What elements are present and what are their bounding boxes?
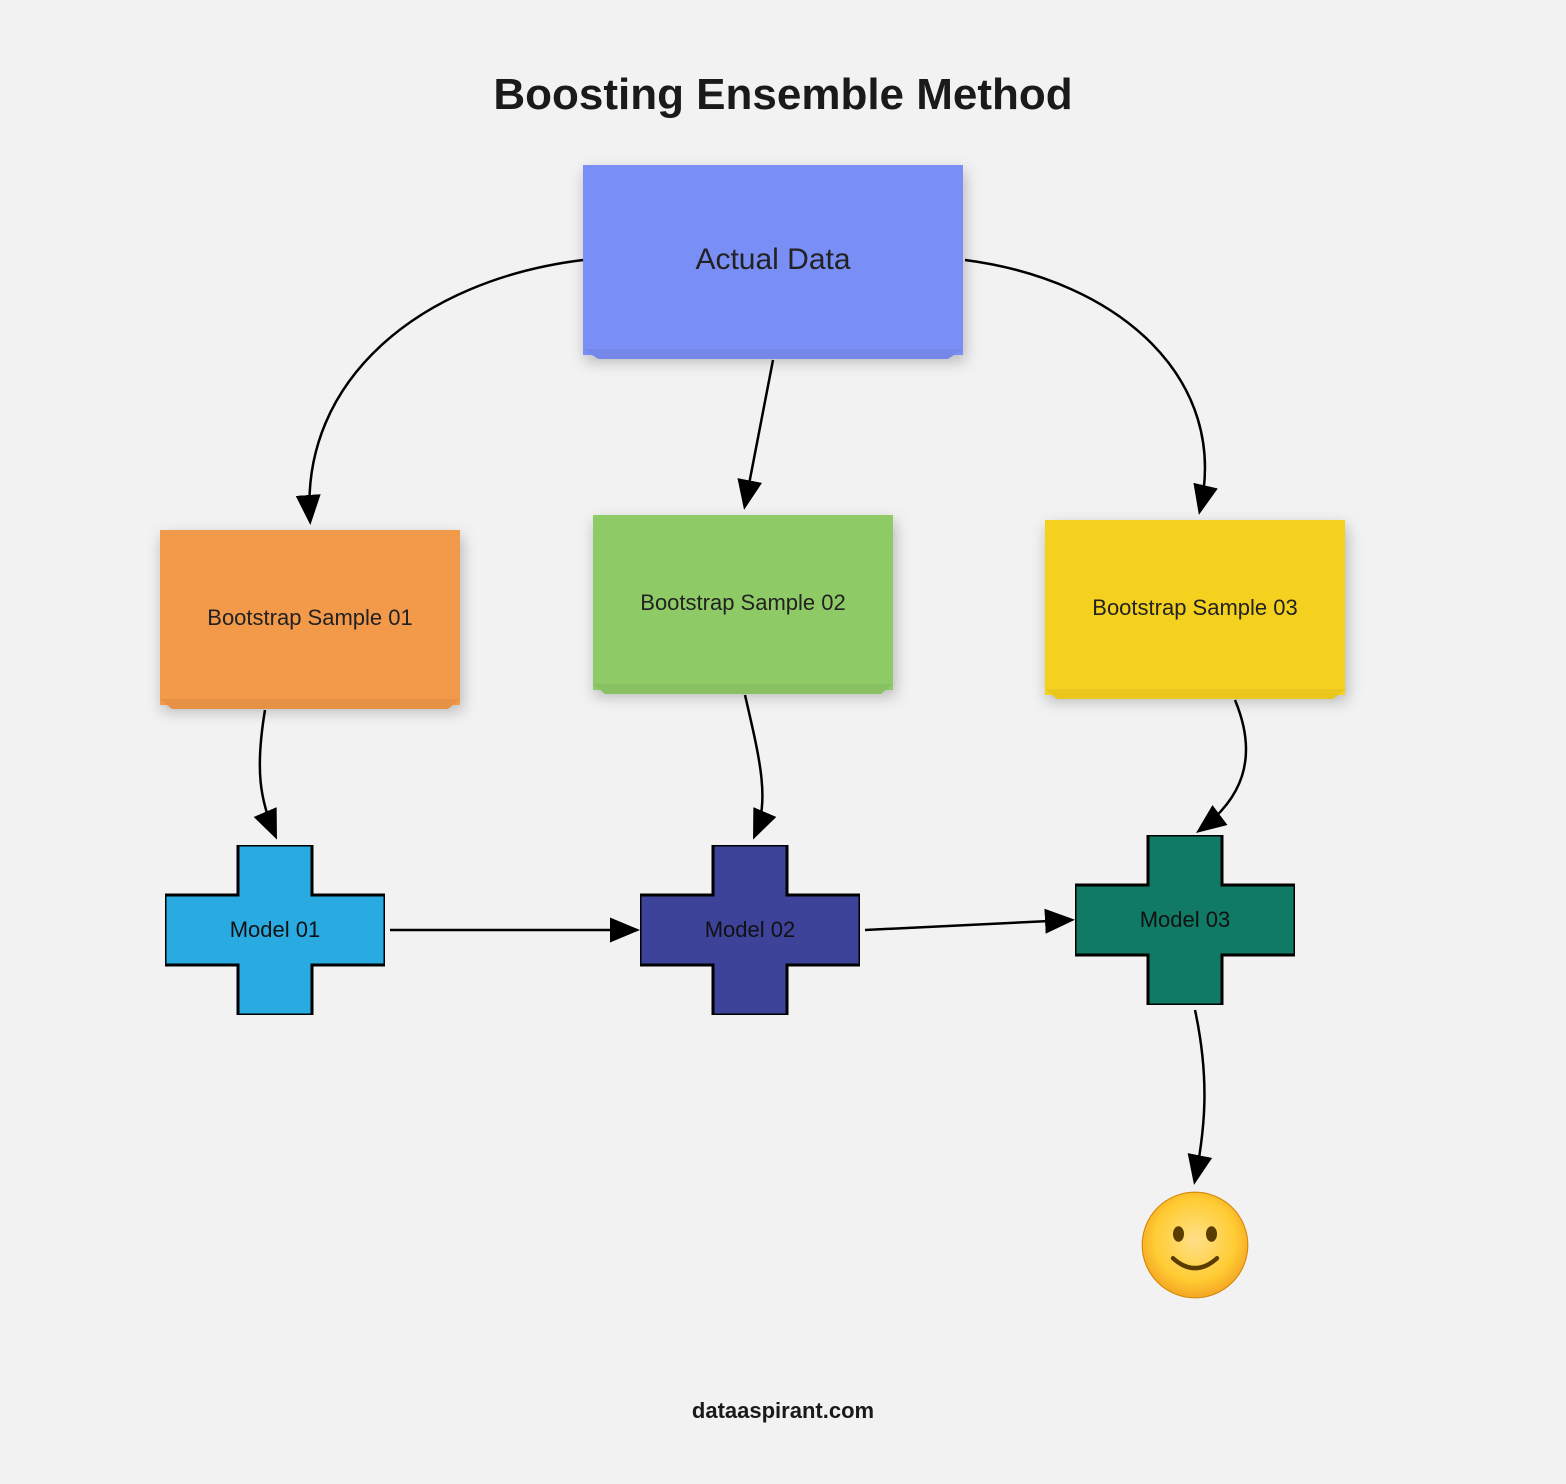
node-model1-label: Model 01: [165, 845, 385, 1015]
edge-model2-model3: [865, 920, 1070, 930]
node-sample2: Bootstrap Sample 02: [593, 515, 893, 690]
edge-sample1-model1: [260, 710, 275, 835]
edge-actualdata-sample1: [309, 260, 583, 520]
edge-actualdata-sample3: [965, 260, 1205, 510]
node-output: [1140, 1190, 1250, 1305]
node-actual-data: Actual Data: [583, 165, 963, 355]
node-model2-label: Model 02: [640, 845, 860, 1015]
node-sample2-label: Bootstrap Sample 02: [640, 590, 845, 616]
smile-icon: [1140, 1190, 1250, 1300]
diagram-title: Boosting Ensemble Method: [0, 70, 1566, 120]
node-sample3: Bootstrap Sample 03: [1045, 520, 1345, 695]
node-sample1-label: Bootstrap Sample 01: [207, 605, 412, 631]
node-model1: Model 01: [165, 845, 385, 1015]
node-actual-data-label: Actual Data: [695, 243, 850, 277]
edge-actualdata-sample2: [745, 360, 773, 505]
node-model2: Model 02: [640, 845, 860, 1015]
edge-model3-output: [1195, 1010, 1204, 1180]
node-model3-label: Model 03: [1075, 835, 1295, 1005]
footer-attribution: dataaspirant.com: [0, 1398, 1566, 1424]
edge-sample2-model2: [745, 695, 762, 835]
node-model3: Model 03: [1075, 835, 1295, 1005]
node-sample3-label: Bootstrap Sample 03: [1092, 595, 1297, 621]
node-sample1: Bootstrap Sample 01: [160, 530, 460, 705]
edge-sample3-model3: [1200, 700, 1246, 830]
